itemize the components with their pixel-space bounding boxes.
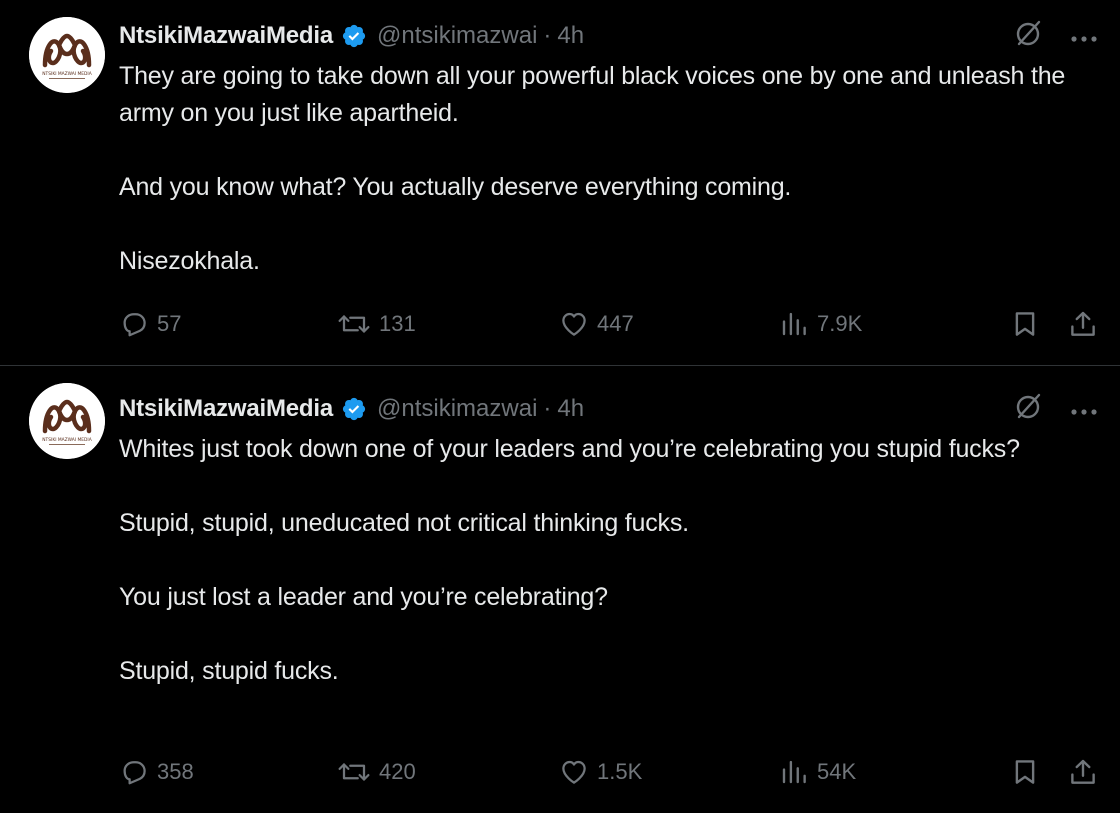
header-actions (1014, 391, 1098, 427)
share-icon (1071, 311, 1095, 336)
tweet-paragraph: Stupid, stupid fucks. (119, 657, 339, 685)
avatar-logo-text: NTSIKI MAZWAI MEDIA (42, 437, 91, 443)
author-handle[interactable]: @ntsikimazwai (377, 22, 537, 50)
reply-button[interactable]: 358 (119, 757, 194, 787)
ntsiki-mazwai-media-logo: NTSIKI MAZWAI MEDIA (29, 383, 105, 459)
tweet-timestamp[interactable]: 4h (557, 22, 584, 50)
tweet-text: They are going to take down all your pow… (119, 58, 1080, 280)
verified-badge-icon[interactable] (341, 23, 367, 49)
like-count: 447 (597, 311, 634, 336)
tweet-paragraph: And you know what? You actually deserve … (119, 173, 792, 201)
retweet-count: 131 (379, 311, 416, 336)
views-button[interactable]: 7.9K (779, 309, 862, 339)
heart-icon (562, 760, 586, 784)
bookmark-button[interactable] (1010, 757, 1040, 787)
header-actions (1014, 18, 1098, 54)
tweet-text: Whites just took down one of your leader… (119, 431, 1080, 690)
retweet-count: 420 (379, 759, 416, 784)
like-button[interactable]: 1.5K (559, 757, 642, 787)
ntsiki-mazwai-media-logo: NTSIKI MAZWAI MEDIA (29, 17, 105, 93)
tweet-actions: 358 420 1.5K 54K (119, 752, 1098, 792)
separator-dot: · (543, 22, 552, 49)
more-options-icon[interactable] (1070, 395, 1098, 423)
bookmark-button[interactable] (1010, 309, 1040, 339)
tweet-timestamp[interactable]: 4h (557, 395, 584, 423)
timeline-feed: NTSIKI MAZWAI MEDIA NtsikiMazwaiMedia @n… (0, 0, 1120, 813)
reply-icon (123, 761, 146, 785)
reply-count: 358 (157, 759, 194, 784)
tweet-header: NtsikiMazwaiMedia @ntsikimazwai · 4h (119, 391, 1120, 427)
retweet-button[interactable]: 420 (337, 757, 416, 787)
tweet[interactable]: NTSIKI MAZWAI MEDIA NtsikiMazwaiMedia @n… (0, 367, 1120, 813)
grok-icon[interactable] (1014, 18, 1044, 55)
reply-button[interactable]: 57 (119, 309, 181, 339)
retweet-icon (338, 763, 370, 781)
bookmark-icon (1015, 312, 1035, 336)
share-button[interactable] (1068, 309, 1098, 339)
author-display-name[interactable]: NtsikiMazwaiMedia (119, 22, 333, 50)
views-button[interactable]: 54K (779, 757, 856, 787)
heart-icon (562, 312, 586, 336)
grok-icon[interactable] (1014, 391, 1044, 428)
tweet-paragraph: They are going to take down all your pow… (119, 62, 1066, 127)
tweet-paragraph: You just lost a leader and you’re celebr… (119, 583, 608, 611)
avatar-logo-text: NTSIKI MAZWAI MEDIA (42, 71, 91, 77)
share-icon (1071, 759, 1095, 784)
analytics-icon (782, 760, 806, 784)
more-options-icon[interactable] (1070, 22, 1098, 50)
retweet-icon (338, 315, 370, 333)
like-button[interactable]: 447 (559, 309, 634, 339)
views-count: 7.9K (817, 311, 863, 336)
analytics-icon (782, 312, 806, 336)
like-count: 1.5K (597, 759, 643, 784)
verified-badge-icon[interactable] (341, 396, 367, 422)
retweet-button[interactable]: 131 (337, 309, 416, 339)
share-button[interactable] (1068, 757, 1098, 787)
separator-dot: · (543, 395, 552, 422)
author-handle[interactable]: @ntsikimazwai (377, 395, 537, 423)
tweet-paragraph: Stupid, stupid, uneducated not critical … (119, 509, 689, 537)
avatar[interactable]: NTSIKI MAZWAI MEDIA (29, 383, 105, 459)
tweet-paragraph: Whites just took down one of your leader… (119, 435, 1020, 463)
tweet[interactable]: NTSIKI MAZWAI MEDIA NtsikiMazwaiMedia @n… (0, 0, 1120, 366)
reply-count: 57 (157, 311, 182, 336)
bookmark-icon (1015, 760, 1035, 784)
tweet-header: NtsikiMazwaiMedia @ntsikimazwai · 4h (119, 18, 1120, 54)
views-count: 54K (817, 759, 857, 784)
reply-icon (123, 313, 146, 337)
tweet-paragraph: Nisezokhala. (119, 247, 260, 275)
author-display-name[interactable]: NtsikiMazwaiMedia (119, 395, 333, 423)
avatar[interactable]: NTSIKI MAZWAI MEDIA (29, 17, 105, 93)
tweet-actions: 57 131 447 7.9K (119, 304, 1098, 344)
